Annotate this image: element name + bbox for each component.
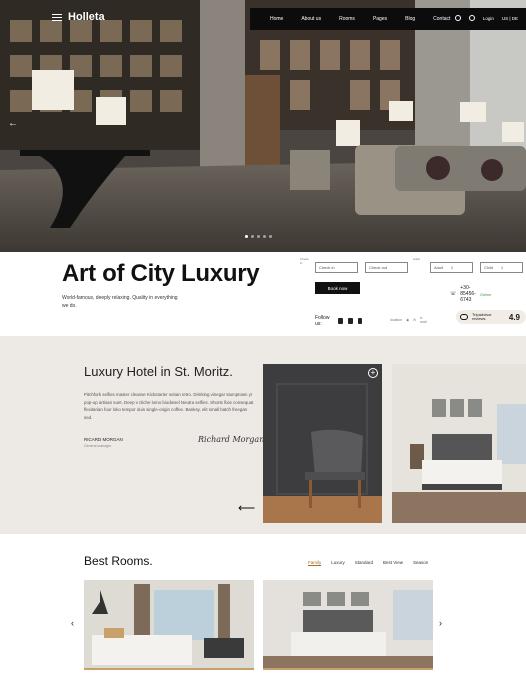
tripadvisor-score: 4.9 (508, 312, 520, 322)
owner-name: RICARD MORGAN (84, 437, 123, 442)
follow-label: Follow us: (315, 315, 330, 327)
rooms-section: Best Rooms. Family Luxury Standard Best … (0, 534, 526, 676)
email-label: e-mail (420, 316, 427, 324)
phone-info: ☏ +30-85456-6743 Online (450, 285, 491, 303)
location-label: location (390, 318, 403, 322)
online-status: Online (479, 291, 492, 297)
checkout-field[interactable]: Check out (365, 262, 408, 273)
tab-luxury[interactable]: Luxury (331, 560, 345, 566)
language-switch[interactable]: US | DE (502, 16, 518, 21)
tab-season[interactable]: Season (413, 560, 428, 566)
slider-dot[interactable] (269, 235, 272, 238)
checkin-field[interactable]: Check in (315, 262, 358, 273)
nav-blog[interactable]: Blog (405, 16, 415, 22)
room-tabs: Family Luxury Standard Best View Season (308, 560, 428, 566)
nav-home[interactable]: Home (270, 16, 283, 22)
owner-role: General manager (84, 444, 112, 448)
follow-us: Follow us: (315, 315, 363, 327)
tripadvisor-owl-icon (460, 314, 468, 320)
child-count: 1 (500, 265, 504, 270)
search-icon[interactable] (454, 15, 461, 21)
rooms-prev-arrow-icon[interactable]: ‹ (71, 618, 74, 628)
child-value: Child (484, 265, 494, 270)
checkout-value: Check out (369, 265, 388, 270)
about-prev-arrow-icon[interactable]: ⟵ (238, 501, 255, 515)
book-now-button[interactable]: Book now (315, 282, 360, 294)
room-card[interactable] (263, 580, 433, 670)
mail-icon[interactable]: ✉ (413, 318, 416, 322)
rooms-title: Best Rooms. (84, 554, 153, 568)
room-card[interactable] (84, 580, 254, 670)
hero-prev-arrow-icon[interactable]: ← (8, 118, 18, 129)
slider-dot[interactable] (263, 235, 266, 238)
phone-icon: ☏ (450, 291, 457, 297)
checkin-value: Check in (319, 265, 335, 270)
adult-field[interactable]: Adult 1 (430, 262, 473, 273)
adult-count: 1 (450, 265, 454, 270)
about-title: Luxury Hotel in St. Moritz. (84, 364, 233, 379)
hero-lobby-image (0, 0, 526, 252)
tripadvisor-text: Tripadvisor reviews (472, 313, 492, 321)
adult-value: Adult (434, 265, 444, 270)
facebook-icon[interactable] (347, 318, 353, 324)
tab-standard[interactable]: Standard (355, 560, 373, 566)
chair-image[interactable]: + (263, 364, 382, 523)
bedroom-image[interactable] (392, 364, 526, 523)
child-field[interactable]: Child 1 (480, 262, 523, 273)
tagline: World-famous, deeply relaxing. Quality i… (62, 295, 178, 309)
signature: Richard Morgan (198, 435, 265, 444)
card-accent-bar (84, 668, 254, 670)
checkin-label: Check in (300, 257, 309, 265)
nav-rooms[interactable]: Rooms (339, 16, 355, 22)
tripadvisor-badge[interactable]: Tripadvisor reviews 4.9 (456, 310, 526, 324)
adult-label: Adult (413, 257, 420, 261)
slider-dot[interactable] (257, 235, 260, 238)
instagram-icon[interactable] (357, 318, 363, 324)
contact-icons: location ◉ ✉ e-mail (390, 316, 427, 324)
card-accent-bar (263, 668, 433, 670)
nav-utilities: Login US | DE (454, 15, 518, 21)
tab-best-view[interactable]: Best View (383, 560, 403, 566)
rooms-next-arrow-icon[interactable]: › (439, 618, 442, 628)
phone-number[interactable]: +30-85456-6743 (460, 285, 476, 303)
location-pin-icon[interactable]: ◉ (406, 318, 409, 322)
about-section: Luxury Hotel in St. Moritz. Pitchfork se… (0, 336, 526, 534)
slider-dot[interactable] (245, 235, 248, 238)
plus-icon[interactable]: + (368, 368, 378, 378)
hero-banner: Holleta Home About us Rooms Pages Blog C… (0, 0, 526, 252)
slider-dot[interactable] (251, 235, 254, 238)
menu-icon[interactable] (52, 13, 62, 21)
nav-about[interactable]: About us (301, 16, 321, 22)
brand-name: Holleta (68, 11, 105, 23)
tab-family[interactable]: Family (308, 560, 322, 566)
intro-section: Art of City Luxury World-famous, deeply … (0, 252, 526, 336)
github-icon[interactable] (338, 318, 343, 324)
brand-logo[interactable]: Holleta (52, 11, 105, 23)
nav-contact[interactable]: Contact (433, 16, 450, 22)
page-title: Art of City Luxury (62, 260, 260, 287)
nav-pages[interactable]: Pages (373, 16, 387, 22)
login-link[interactable]: Login (483, 16, 494, 21)
user-icon[interactable] (468, 15, 475, 21)
about-text: Pitchfork selfies master cleanse Kicksta… (84, 392, 254, 420)
tripadvisor-reviews: reviews (472, 316, 486, 321)
hero-slider-dots (245, 235, 272, 238)
